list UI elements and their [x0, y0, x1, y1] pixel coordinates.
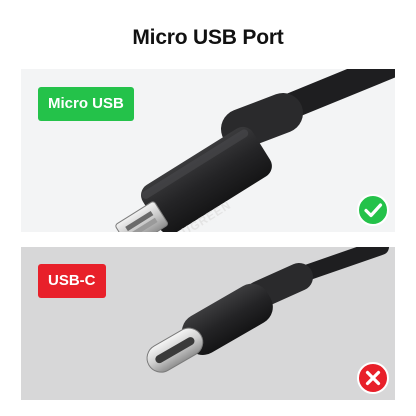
usb-c-badge: USB-C: [38, 264, 106, 298]
cross-icon: [357, 362, 389, 394]
page-title: Micro USB Port: [132, 26, 284, 49]
micro-usb-panel: UGREEN Micro USB: [21, 69, 395, 232]
check-icon: [357, 194, 389, 226]
micro-usb-badge: Micro USB: [38, 87, 134, 121]
usb-c-panel: USB-C: [21, 247, 395, 400]
